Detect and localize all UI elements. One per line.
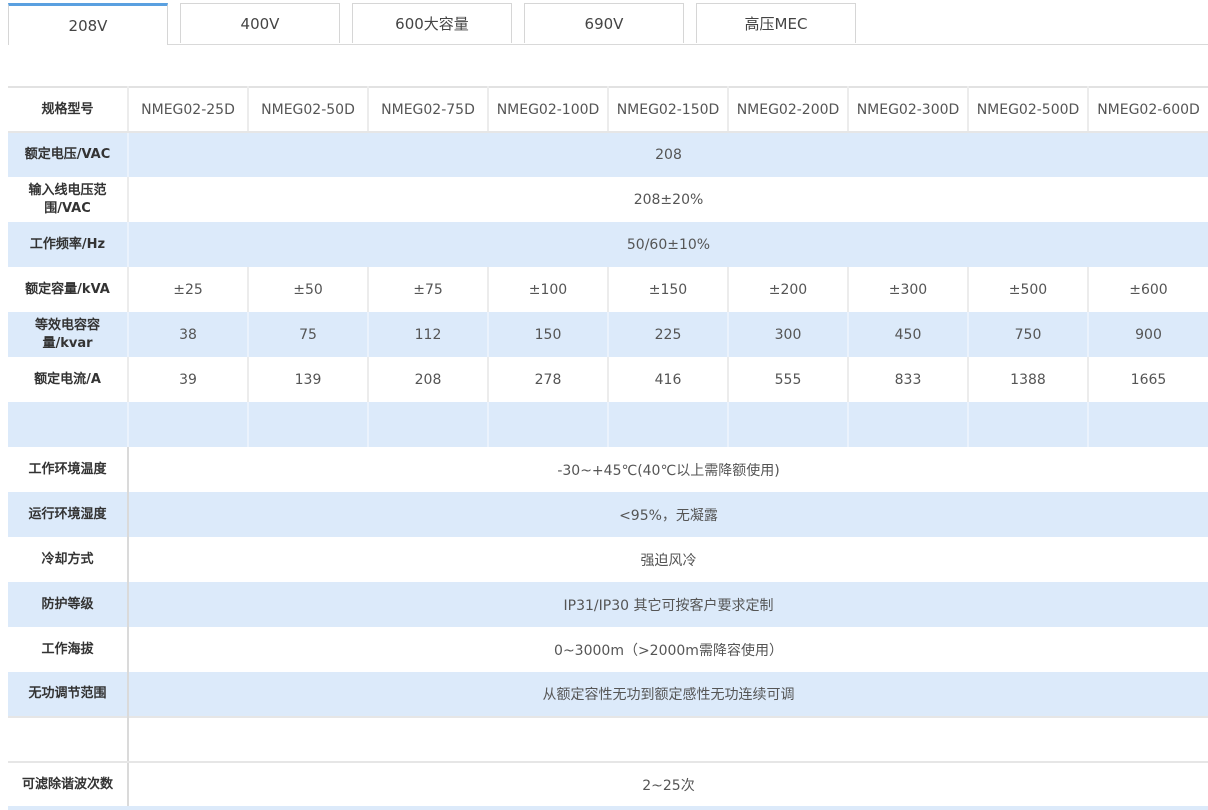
row-label: 等效电容容量/kvar	[8, 312, 129, 357]
row-altitude: 工作海拔 0~3000m（>2000m需降容使用）	[8, 627, 1208, 672]
tab-600-large-capacity[interactable]: 600大容量	[352, 3, 512, 43]
value-cell: ±300	[848, 267, 969, 312]
tab-bar: 208V 400V 600大容量 690V 高压MEC	[8, 3, 1208, 45]
value-cell: 75	[248, 312, 369, 357]
empty-cell	[728, 402, 849, 447]
value-cell: 300	[728, 312, 849, 357]
row-label: 运行环境湿度	[8, 492, 129, 537]
value-cell: 112	[368, 312, 489, 357]
value-cell: ±150	[608, 267, 729, 312]
model-cell: NMEG02-100D	[488, 87, 609, 133]
empty-cell	[8, 402, 129, 447]
value-cell: 833	[848, 357, 969, 402]
row-rated-capacity: 额定容量/kVA ±25 ±50 ±75 ±100 ±150 ±200 ±300…	[8, 267, 1208, 312]
value-cell: ±75	[368, 267, 489, 312]
value-cell: 39	[128, 357, 249, 402]
value-cell: 208	[368, 357, 489, 402]
row-input-voltage-range: 输入线电压范围/VAC 208±20%	[8, 177, 1208, 222]
row-model: 规格型号 NMEG02-25D NMEG02-50D NMEG02-75D NM…	[8, 87, 1208, 133]
value-cell: 1388	[968, 357, 1089, 402]
value-cell: <95%，无凝露	[128, 492, 1208, 537]
table-bottom-strip	[8, 806, 1208, 810]
empty-cell	[968, 402, 1089, 447]
row-label: 输入线电压范围/VAC	[8, 177, 129, 222]
empty-cell	[848, 402, 969, 447]
value-cell: 2~25次	[642, 778, 695, 794]
value-cell: 50/60±10%	[128, 222, 1208, 267]
value-cell: 38	[128, 312, 249, 357]
value-cell: ±25	[128, 267, 249, 312]
row-label: 额定电压/VAC	[8, 132, 129, 177]
model-cell: NMEG02-200D	[728, 87, 849, 133]
value-cell: 1665	[1130, 371, 1167, 388]
row-humidity: 运行环境湿度 <95%，无凝露	[8, 492, 1208, 537]
row-harmonic-orders: 可滤除谐波次数 2~25次	[8, 762, 1208, 807]
row-reactive-range: 无功调节范围 从额定容性无功到额定感性无功连续可调	[8, 672, 1208, 717]
model-cell: NMEG02-300D	[848, 87, 969, 133]
empty-cell	[1088, 402, 1208, 447]
model-cell: NMEG02-75D	[368, 87, 489, 133]
row-empty	[8, 402, 1208, 447]
empty-cell	[608, 402, 729, 447]
value-cell: ±500	[968, 267, 1089, 312]
spec-table: 规格型号 NMEG02-25D NMEG02-50D NMEG02-75D NM…	[8, 86, 1208, 807]
value-cell: 0~3000m（>2000m需降容使用）	[554, 642, 783, 659]
row-protection: 防护等级 IP31/IP30 其它可按客户要求定制	[8, 582, 1208, 627]
row-label: 额定容量/kVA	[8, 267, 129, 312]
empty-cell	[488, 402, 609, 447]
empty-cell	[248, 402, 369, 447]
value-cell: 208±20%	[633, 191, 704, 208]
empty-cell	[128, 402, 249, 447]
value-cell: ±600	[1129, 281, 1168, 298]
value-cell: 555	[728, 357, 849, 402]
value-cell: 750	[968, 312, 1089, 357]
row-label: 工作频率/Hz	[8, 222, 129, 267]
row-rated-voltage: 额定电压/VAC 208	[8, 132, 1208, 177]
value-cell: 150	[488, 312, 609, 357]
row-label: 无功调节范围	[8, 672, 129, 717]
value-cell: 强迫风冷	[640, 552, 697, 569]
tab-divider	[8, 44, 1208, 45]
row-label: 工作环境温度	[8, 447, 129, 492]
value-cell: ±100	[488, 267, 609, 312]
value-cell: ±200	[728, 267, 849, 312]
empty-cell	[368, 402, 489, 447]
row-label: 额定电流/A	[8, 357, 129, 402]
value-cell: 从额定容性无功到额定感性无功连续可调	[128, 672, 1208, 717]
row-label: 工作海拔	[8, 627, 129, 672]
value-cell: 900	[1088, 312, 1208, 357]
value-cell: -30~+45℃(40℃以上需降额使用)	[557, 462, 780, 479]
tab-690v[interactable]: 690V	[524, 3, 684, 43]
row-label: 可滤除谐波次数	[8, 762, 129, 807]
value-cell: ±50	[248, 267, 369, 312]
empty-cell	[8, 716, 129, 763]
model-cell: NMEG02-600D	[1088, 87, 1208, 133]
row-frequency: 工作频率/Hz 50/60±10%	[8, 222, 1208, 267]
value-cell: 225	[608, 312, 729, 357]
model-cell: NMEG02-25D	[128, 87, 249, 133]
model-cell: NMEG02-150D	[608, 87, 729, 133]
value-cell: 208	[128, 132, 1208, 177]
row-equivalent-capacitance: 等效电容容量/kvar 38 75 112 150 225 300 450 75…	[8, 312, 1208, 357]
row-cooling: 冷却方式 强迫风冷	[8, 537, 1208, 582]
row-empty	[8, 716, 1208, 763]
row-label: 规格型号	[8, 87, 129, 133]
tab-400v[interactable]: 400V	[180, 3, 340, 43]
tab-high-voltage-mec[interactable]: 高压MEC	[696, 3, 856, 43]
value-cell: 450	[848, 312, 969, 357]
row-label: 防护等级	[8, 582, 129, 627]
empty-cell	[128, 716, 1208, 763]
value-cell: 416	[608, 357, 729, 402]
row-rated-current: 额定电流/A 39 139 208 278 416 555 833 1388 1…	[8, 357, 1208, 402]
tab-208v[interactable]: 208V	[8, 3, 168, 45]
model-cell: NMEG02-500D	[968, 87, 1089, 133]
model-cell: NMEG02-50D	[248, 87, 369, 133]
value-cell: IP31/IP30 其它可按客户要求定制	[128, 582, 1208, 627]
value-cell: 139	[248, 357, 369, 402]
row-ambient-temperature: 工作环境温度 -30~+45℃(40℃以上需降额使用)	[8, 447, 1208, 492]
value-cell: 278	[488, 357, 609, 402]
row-label: 冷却方式	[8, 537, 129, 582]
